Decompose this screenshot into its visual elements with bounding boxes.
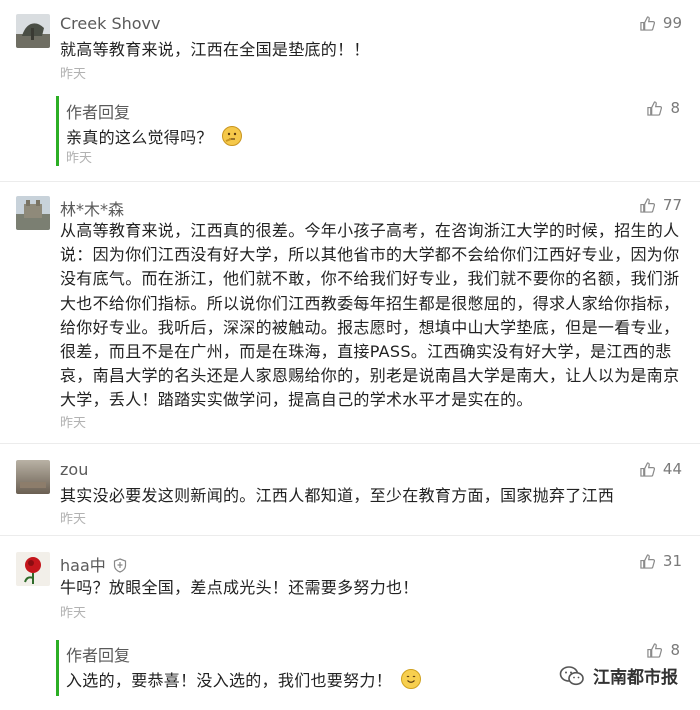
reply-author: 作者回复 xyxy=(66,646,131,665)
like-count: 77 xyxy=(662,196,682,214)
comment-text: 就高等教育来说，江西在全国是垫底的！！ xyxy=(60,40,370,59)
comment-item: Creek Shovv 就高等教育来说，江西在全国是垫底的！！ 昨天 99 作者… xyxy=(0,0,700,166)
like-button[interactable]: 31 xyxy=(640,552,682,570)
comment-time: 昨天 xyxy=(60,67,87,82)
reply-text: 亲真的这么觉得吗？ xyxy=(66,124,243,148)
comment-time: 昨天 xyxy=(60,512,87,527)
thinking-face-icon xyxy=(222,126,243,146)
comment-text-line: 没有底气。而在浙江，他们就不敢，你不给我们好专业，我们就不要你的名额，我们浙 xyxy=(60,269,680,289)
author-reply: 作者回复 亲真的这么觉得吗？ 昨天 8 xyxy=(56,94,682,168)
comment-username-text: haa中 xyxy=(60,556,106,575)
like-button[interactable]: 44 xyxy=(640,460,682,478)
comment-text-line: 很差，而且不是在广州，而是在珠海，直接PASS。江西确实没有好大学，是江西的悲 xyxy=(60,342,672,362)
like-count: 31 xyxy=(662,552,682,570)
comment-text-line: 哀，南昌大学的名头还是人家恩赐给你的，别老是说南昌大学是南大，让人以为是南京 xyxy=(60,366,680,386)
like-button[interactable]: 8 xyxy=(647,641,680,659)
shield-icon xyxy=(113,558,126,573)
reply-text-content: 亲真的这么觉得吗？ xyxy=(66,128,213,147)
comment-item: zou 其实没必要发这则新闻的。江西人都知道，至少在教育方面，国家抛弃了江西 昨… xyxy=(0,444,700,532)
watermark-text: 江南都市报 xyxy=(593,668,678,688)
thumbs-up-icon xyxy=(640,553,655,569)
comment-username[interactable]: Creek Shovv xyxy=(60,14,160,33)
comment-username[interactable]: 林*木*森 xyxy=(60,196,124,220)
reply-indicator xyxy=(56,640,59,696)
comment-text: 从高等教育来说，江西真的很差。今年小孩子高考，在咨询浙江大学的时候，招生的人 说… xyxy=(60,219,680,413)
comment-time: 昨天 xyxy=(60,416,87,431)
thumbs-up-icon xyxy=(647,100,663,116)
reply-text-content: 入选的，要恭喜！没入选的，我们也要努力！ xyxy=(66,671,393,690)
reply-indicator xyxy=(56,96,59,166)
reply-text: 入选的，要恭喜！没入选的，我们也要努力！ xyxy=(66,667,422,691)
like-button[interactable]: 77 xyxy=(640,196,682,214)
avatar[interactable] xyxy=(16,14,50,48)
wechat-icon xyxy=(559,665,584,685)
comment-text-line: 给你好专业。我听后，深深的被触动。报志愿时，想填中山大学垫底，但是一看专业， xyxy=(60,317,680,337)
comment-text-line: 大也不给你们指标。所以说你们江西教委每年招生都是很憋屈的，得求人家给你指标， xyxy=(60,293,680,313)
like-count: 8 xyxy=(670,99,680,117)
comment-text: 其实没必要发这则新闻的。江西人都知道，至少在教育方面，国家抛弃了江西 xyxy=(60,486,615,505)
avatar[interactable] xyxy=(16,460,50,494)
smile-face-icon xyxy=(401,669,422,689)
comment-text-line: 说：因为你们江西没有好大学，所以其他省市的大学都不会给你们江西好专业，因为你 xyxy=(60,245,680,265)
comment-time: 昨天 xyxy=(60,606,87,621)
comment-username[interactable]: zou xyxy=(60,460,88,479)
comment-text-line: 从高等教育来说，江西真的很差。今年小孩子高考，在咨询浙江大学的时候，招生的人 xyxy=(60,221,680,240)
like-count: 99 xyxy=(662,14,682,32)
avatar[interactable] xyxy=(16,552,50,586)
comment-item: 林*木*森 从高等教育来说，江西真的很差。今年小孩子高考，在咨询浙江大学的时候，… xyxy=(0,182,700,442)
like-count: 44 xyxy=(662,460,682,478)
thumbs-up-icon xyxy=(640,461,655,477)
like-button[interactable]: 8 xyxy=(647,99,680,117)
thumbs-up-icon xyxy=(640,197,655,213)
like-count: 8 xyxy=(670,641,680,659)
reply-time: 昨天 xyxy=(66,151,93,166)
reply-author: 作者回复 xyxy=(66,103,131,122)
watermark: 江南都市报 xyxy=(559,663,678,688)
comment-text: 牛吗？放眼全国，差点成光头！还需要多努力也！ xyxy=(60,578,419,597)
comment-username[interactable]: haa中 xyxy=(60,552,127,576)
avatar[interactable] xyxy=(16,196,50,230)
thumbs-up-icon xyxy=(640,15,655,31)
like-button[interactable]: 99 xyxy=(640,14,682,32)
thumbs-up-icon xyxy=(647,642,663,658)
comment-text-line: 大学，丢人！踏踏实实做学问，提高自己的学术水平才是实在的。 xyxy=(60,390,533,410)
